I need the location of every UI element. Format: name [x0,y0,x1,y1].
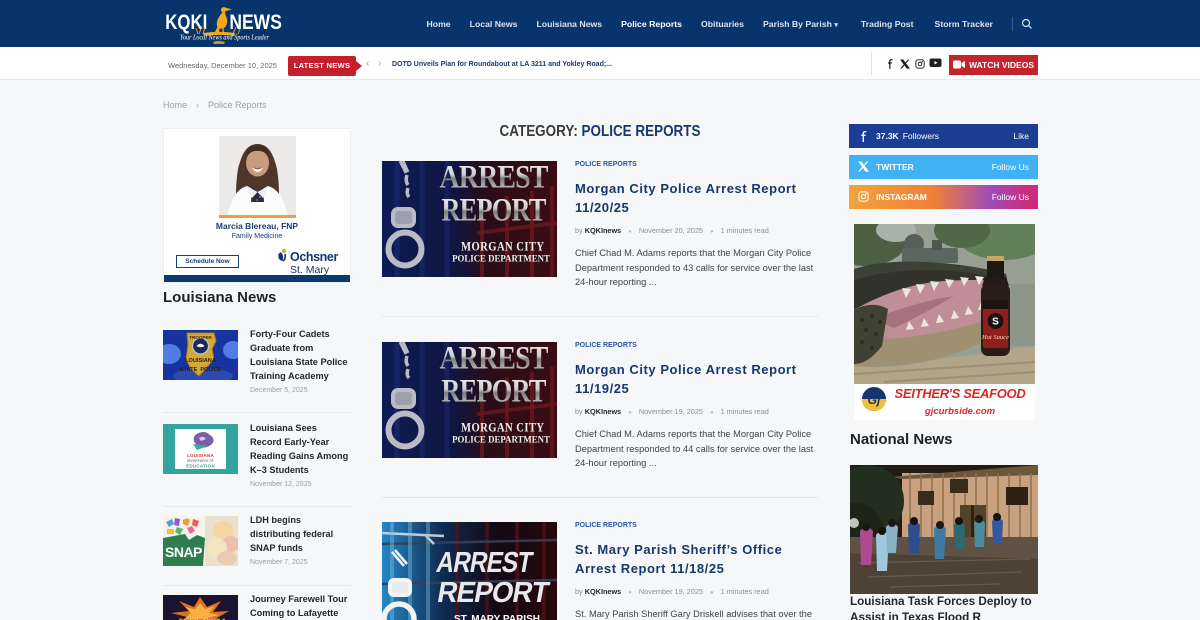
svg-text:LOUISIANA: LOUISIANA [187,453,214,458]
svg-text:ARREST: ARREST [434,546,536,578]
svg-text:SEITHER'S SEAFOOD: SEITHER'S SEAFOOD [895,386,1027,401]
svg-text:gjcurbside.com: gjcurbside.com [924,406,996,417]
svg-text:Gj: Gj [868,393,881,407]
svg-text:DEPARTMENT OF: DEPARTMENT OF [187,459,214,463]
svg-text:EDUCATION: EDUCATION [186,464,215,469]
svg-text:S: S [992,317,999,328]
svg-text:REPORT: REPORT [435,577,552,609]
svg-text:STATE POLICE: STATE POLICE [180,367,222,373]
svg-text:SNAP: SNAP [165,544,202,560]
svg-text:ST. MARY PARISH: ST. MARY PARISH [454,614,540,620]
svg-text:LOUISIANA: LOUISIANA [185,358,216,364]
svg-text:Ochsner: Ochsner [290,250,338,264]
svg-text:Hot Sauce: Hot Sauce [981,334,1009,341]
svg-text:TROOPER: TROOPER [189,335,212,340]
